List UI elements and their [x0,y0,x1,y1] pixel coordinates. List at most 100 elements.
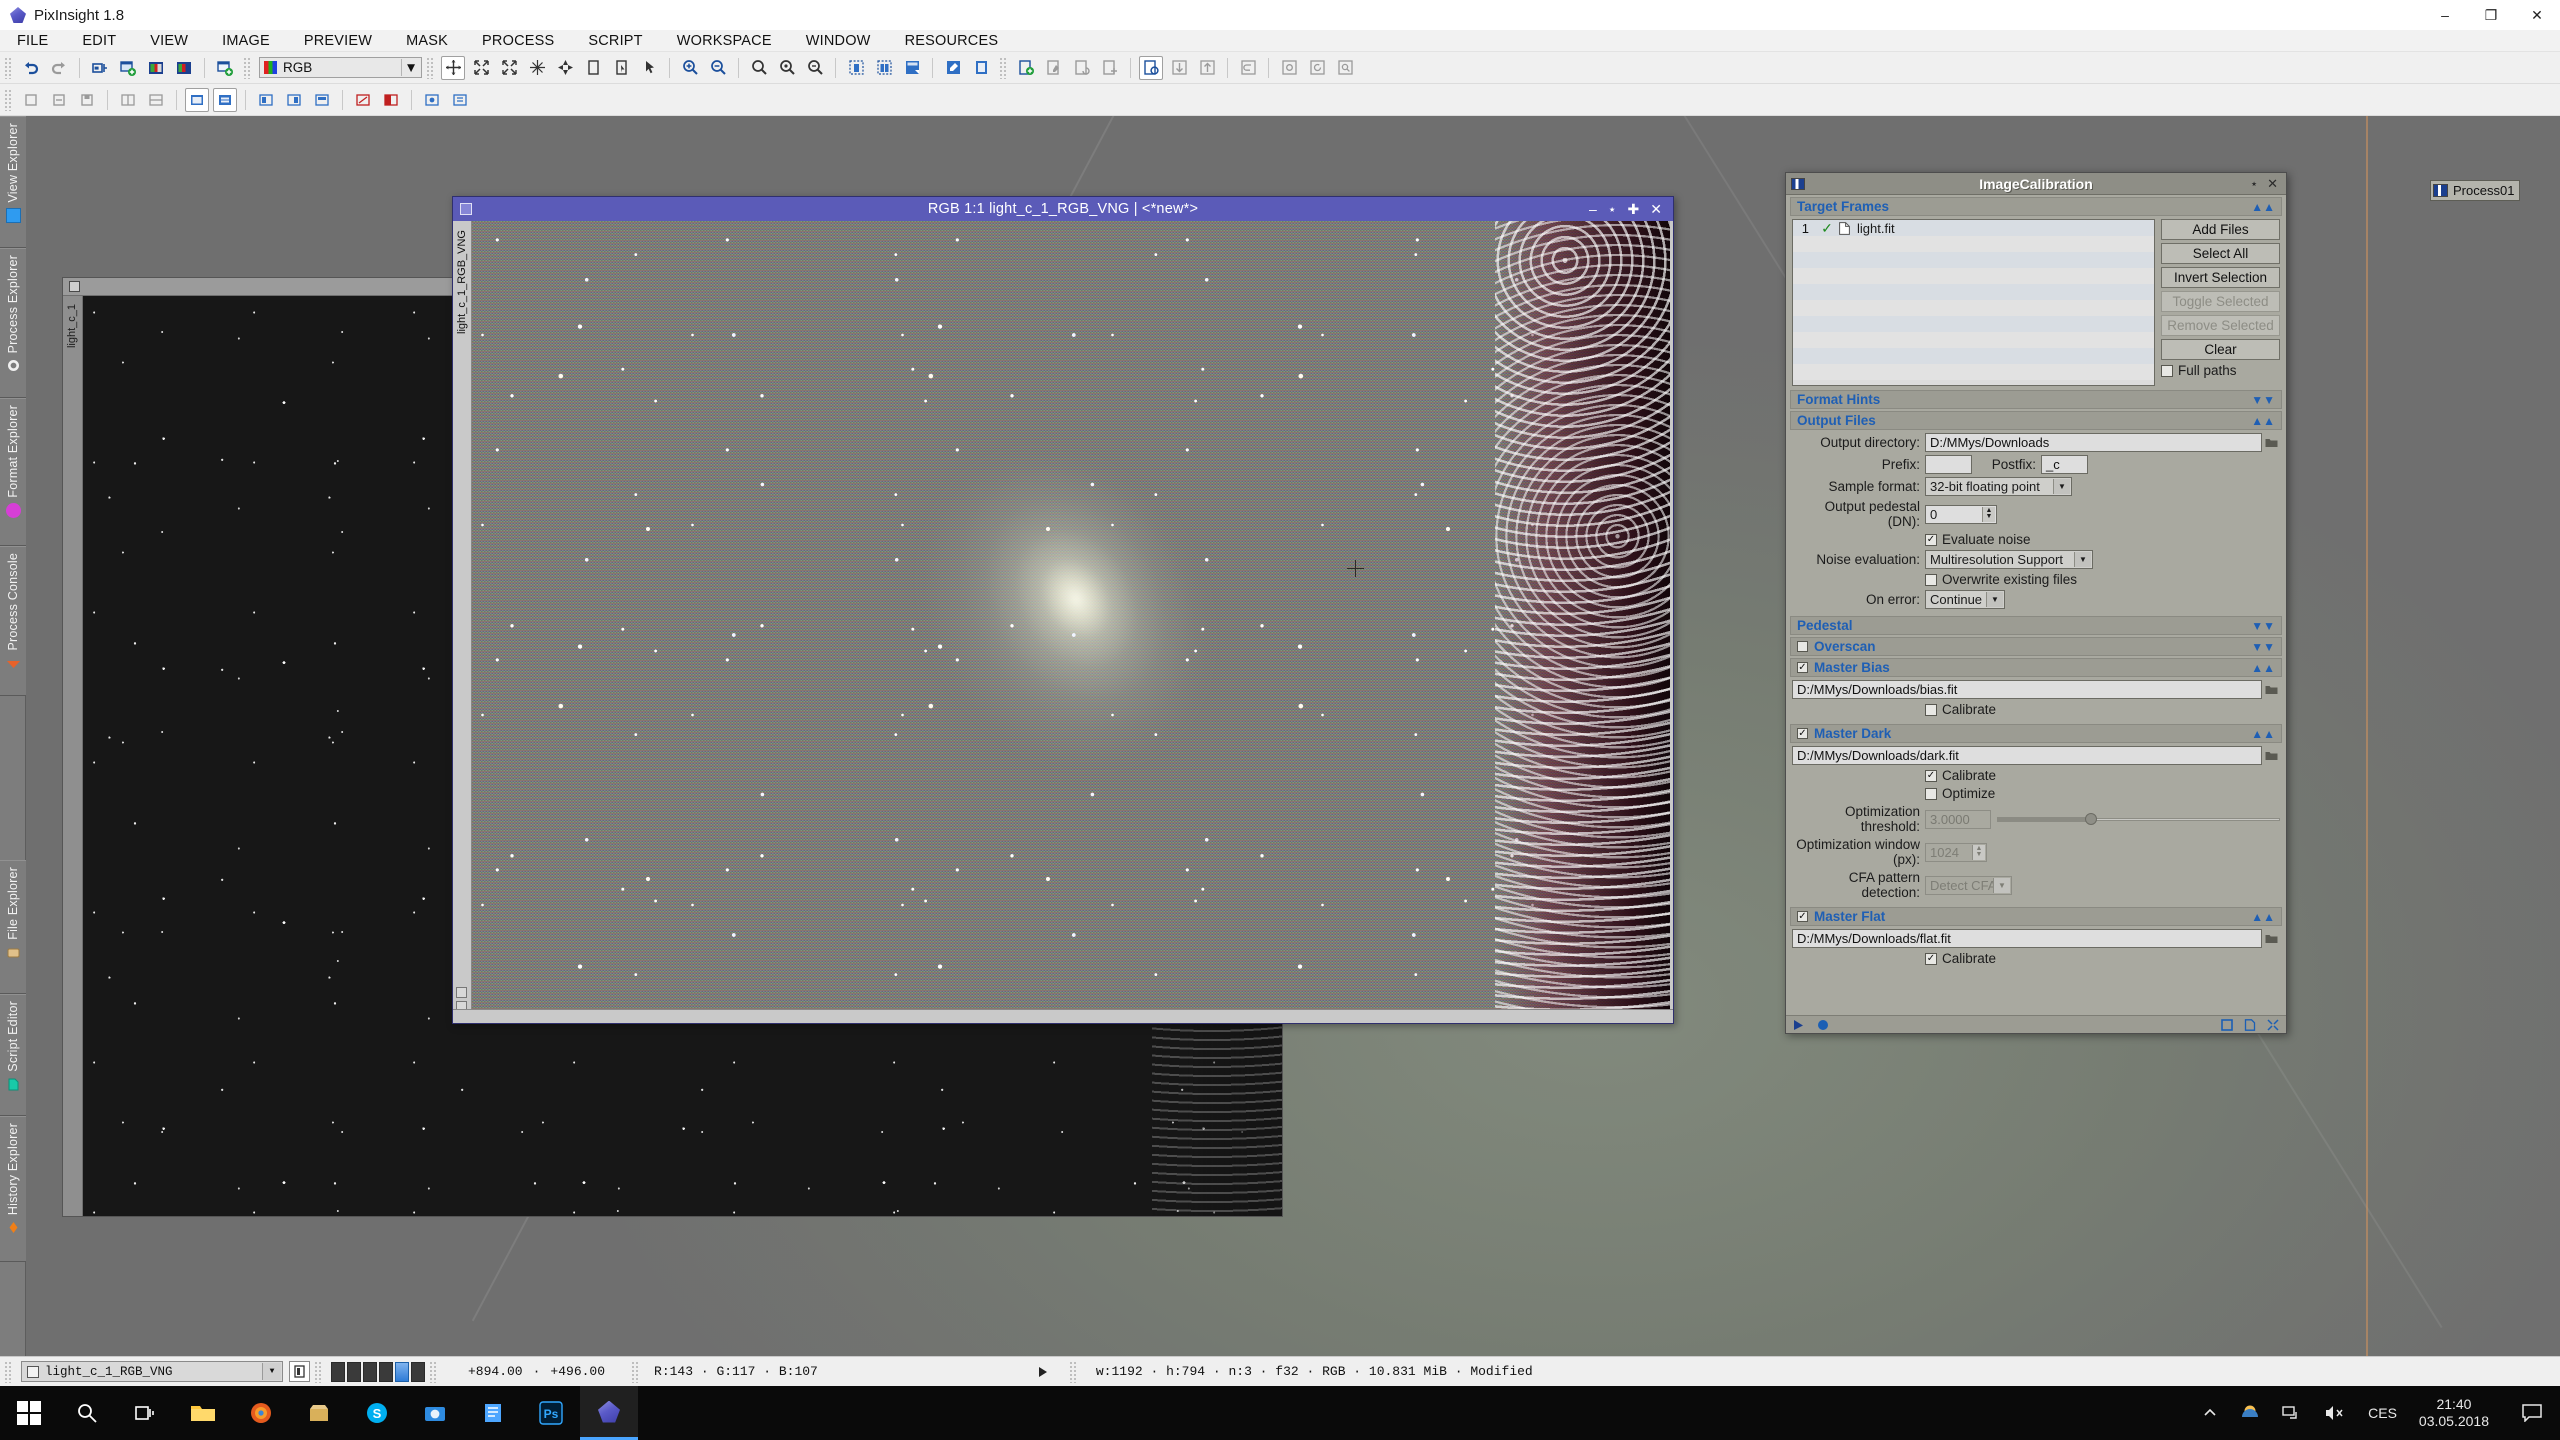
sidebar-item-script-editor[interactable]: Script Editor [0,994,26,1116]
mask-preview-icon[interactable] [609,56,633,80]
clear-button[interactable]: Clear [2161,339,2280,360]
zoom-optimal-icon[interactable] [775,56,799,80]
restore-button[interactable]: ❐ [2468,0,2514,30]
master-dark-calibrate-row[interactable]: ✓ Calibrate [1792,768,2280,783]
new-image-icon[interactable] [88,56,112,80]
fit-view-icon[interactable] [469,56,493,80]
grayscale-image-icon[interactable] [144,56,168,80]
image-minimize-button[interactable]: – [1589,202,1597,216]
invert-selection-button[interactable]: Invert Selection [2161,267,2280,288]
zoom-1-1-icon[interactable] [747,56,771,80]
new-preview-icon[interactable] [213,56,237,80]
master-dark-calibrate-checkbox[interactable]: ✓ [1925,769,1937,782]
dialog-close-button[interactable]: ✕ [2267,176,2278,192]
section-format-hints[interactable]: Format Hints ▼▼ [1790,390,2282,409]
color-space-combo[interactable]: RGB ▼ [259,57,422,78]
sidebar-item-file-explorer[interactable]: File Explorer [0,860,26,994]
preview-select-icon[interactable] [844,56,868,80]
reload-icon[interactable] [1305,56,1329,80]
process-execute-icon[interactable] [1139,55,1163,80]
image-window[interactable]: RGB 1:1 light_c_1_RGB_VNG | <*new*> – ⋆ … [452,196,1674,1024]
channel-swatch[interactable] [363,1361,377,1382]
preview-apply-icon[interactable] [969,56,993,80]
zoom-out-icon[interactable] [706,56,730,80]
postfix-field[interactable]: _c [2041,455,2088,474]
table-row-empty[interactable] [1793,236,2154,252]
volume-muted-icon[interactable] [2324,1404,2346,1422]
imagecalibration-dialog[interactable]: ImageCalibration ⋆ ✕ Target Frames ▲▲ 1 … [1785,172,2287,1034]
browse-icon[interactable] [1333,56,1357,80]
browse-documentation-icon[interactable] [2244,1018,2256,1031]
image-close-button[interactable]: ✕ [1650,202,1662,216]
output-pedestal-stepper[interactable]: 0 ▲ ▼ [1925,504,1997,524]
full-paths-checkbox[interactable]: ✓ [2161,364,2173,377]
apply-triangle-icon[interactable] [1793,1019,1805,1031]
preview-new-icon[interactable] [900,56,924,80]
status-grip[interactable] [4,1360,13,1383]
readout-mode-icon[interactable] [289,1361,310,1382]
menu-view[interactable]: VIEW [133,30,205,52]
folder-browse-icon[interactable] [2262,929,2280,948]
zoom-custom-icon[interactable] [803,56,827,80]
toolbar-grip[interactable] [4,56,13,79]
zoom-fit-icon[interactable] [497,56,521,80]
history-icon[interactable] [1236,56,1260,80]
process-up-icon[interactable] [1195,56,1219,80]
dialog-titlebar[interactable]: ImageCalibration ⋆ ✕ [1786,173,2286,195]
image-maximize-button[interactable]: ⋆ [1608,202,1617,216]
mask-show-icon[interactable] [351,88,375,112]
window-menu-icon[interactable] [460,203,472,215]
image-window-titlebar[interactable]: RGB 1:1 light_c_1_RGB_VNG | <*new*> – ⋆ … [453,197,1673,221]
toolbar-grip[interactable] [4,88,13,111]
target-frames-list[interactable]: 1 ✓ light.fit [1792,219,2155,386]
search-button[interactable] [58,1386,116,1440]
chevron-down-icon[interactable]: ▼ [262,1363,281,1380]
sidebar-item-process-console[interactable]: Process Console [0,546,26,696]
close-button[interactable]: ✕ [2514,0,2560,30]
folder-browse-icon[interactable] [2262,746,2280,765]
table-row-empty[interactable] [1793,316,2154,332]
section-output-files[interactable]: Output Files ▲▲ [1790,411,2282,430]
process-container-icon[interactable] [448,88,472,112]
folder-browse-icon[interactable] [2262,433,2280,452]
taskbar-skype[interactable]: S [348,1386,406,1440]
menu-resources[interactable]: RESOURCES [888,30,1016,52]
section-master-bias[interactable]: ✓ Master Bias ▲▲ [1790,658,2282,677]
master-bias-calibrate-checkbox[interactable]: ✓ [1925,703,1937,716]
overwrite-existing-checkbox[interactable]: ✓ [1925,573,1937,586]
pointer-icon[interactable] [637,56,661,80]
process-edit-icon[interactable] [1042,56,1066,80]
preview-edit-icon[interactable] [941,56,965,80]
master-flat-checkbox[interactable]: ✓ [1797,911,1808,922]
status-grip[interactable] [429,1360,438,1383]
table-row-empty[interactable] [1793,364,2154,380]
add-files-button[interactable]: Add Files [2161,219,2280,240]
status-grip[interactable] [631,1360,641,1383]
process-down-icon[interactable] [1167,56,1191,80]
chevron-up-icon[interactable]: ▲▲ [2251,728,2275,740]
status-grip[interactable] [314,1360,323,1383]
table-row-empty[interactable] [1793,284,2154,300]
section-master-dark[interactable]: ✓ Master Dark ▲▲ [1790,724,2282,743]
image-canvas[interactable] [472,221,1670,1009]
network-icon[interactable] [2282,1404,2302,1422]
redo-icon[interactable] [47,56,71,80]
zoom-in-icon[interactable] [678,56,702,80]
taskbar-explorer[interactable] [174,1386,232,1440]
evaluate-noise-row[interactable]: ✓ Evaluate noise [1792,532,2280,547]
chevron-up-icon[interactable]: ▲▲ [2251,201,2275,213]
channel-swatch[interactable] [379,1361,393,1382]
table-row-empty[interactable] [1793,348,2154,364]
overscan-checkbox[interactable]: ✓ [1797,641,1808,652]
mask-icon[interactable] [581,56,605,80]
overwrite-existing-row[interactable]: ✓ Overwrite existing files [1792,572,2280,587]
chevron-down-icon[interactable]: ▼▼ [2251,641,2275,653]
channel-swatch[interactable] [347,1361,361,1382]
channel-swatch[interactable] [331,1361,345,1382]
chevron-down-icon[interactable]: ▼▼ [2251,620,2275,632]
table-row[interactable]: 1 ✓ light.fit [1793,220,2154,236]
sample-format-combo[interactable]: 32-bit floating point ▼ [1925,477,2072,496]
process-add-icon[interactable] [1098,56,1122,80]
taskbar-store[interactable] [290,1386,348,1440]
chevron-down-icon[interactable]: ▼ [2074,552,2091,567]
